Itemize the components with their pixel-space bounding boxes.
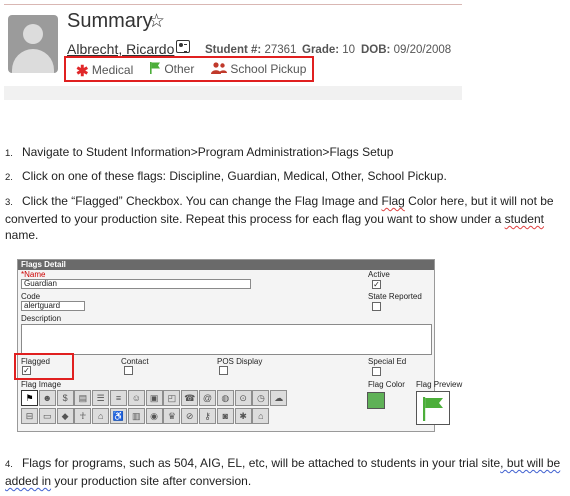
wheelchair-icon[interactable]: ♿	[110, 408, 127, 424]
unlock-icon[interactable]: ◰	[163, 390, 181, 406]
eye-icon[interactable]: ◉	[145, 408, 163, 424]
asterisk-icon[interactable]: ✱	[234, 408, 252, 424]
car-icon[interactable]: ⊟	[21, 408, 38, 424]
name-input[interactable]: Guardian	[21, 279, 251, 289]
state-reported-checkbox[interactable]	[372, 302, 381, 311]
globe-icon[interactable]: ◍	[216, 390, 234, 406]
run-icon[interactable]: ☥	[74, 408, 92, 424]
trophy-icon[interactable]: ♛	[163, 408, 181, 424]
flag-school-pickup[interactable]: School Pickup	[211, 62, 306, 76]
book-icon[interactable]: ▥	[127, 408, 145, 424]
tag-icon[interactable]: ◆	[56, 408, 74, 424]
clock-icon[interactable]: ◷	[252, 390, 270, 406]
list-icon[interactable]: ☰	[92, 390, 110, 406]
description-label: Description	[21, 314, 62, 323]
building-icon[interactable]: ⌂	[92, 408, 110, 424]
ban-icon[interactable]: ⊘	[181, 408, 199, 424]
flag-color-swatch[interactable]	[367, 392, 385, 409]
star-icon[interactable]: ☆	[148, 10, 165, 33]
step-1: 1. Navigate to Student Information>Progra…	[5, 145, 394, 159]
description-textarea[interactable]	[21, 324, 432, 355]
flag-icon	[150, 62, 160, 74]
at-icon[interactable]: @	[199, 390, 216, 406]
person-card-icon[interactable]: ☻	[38, 390, 56, 406]
flag-medical[interactable]: ✱ Medical	[76, 62, 133, 80]
id-card-icon[interactable]	[176, 40, 190, 53]
house-icon[interactable]: ⌂	[252, 408, 270, 424]
key-icon[interactable]: ⚷	[199, 408, 216, 424]
header-divider	[4, 4, 462, 5]
group-icon[interactable]: ☺	[127, 390, 145, 406]
flag-color-label: Flag Color	[368, 380, 405, 389]
camera-icon[interactable]: ◙	[216, 408, 234, 424]
panel-title: Flags Detail	[18, 260, 434, 270]
active-label: Active	[368, 270, 390, 279]
cloud-icon[interactable]: ☁	[270, 390, 288, 406]
name-label: *Name	[21, 270, 46, 279]
flag-other[interactable]: Other	[150, 62, 194, 76]
asterisk-icon: ✱	[76, 63, 89, 80]
flag-icon	[423, 397, 443, 421]
people-icon	[211, 62, 227, 74]
student-number: Student #: 27361	[205, 44, 297, 56]
code-input[interactable]: alertguard	[21, 301, 85, 311]
student-name-link[interactable]: Albrecht, Ricardo	[67, 41, 174, 57]
pos-display-label: POS Display	[217, 357, 263, 366]
state-reported-label: State Reported	[368, 292, 422, 301]
flag-preview-label: Flag Preview	[416, 380, 463, 389]
page-title: Summary	[67, 10, 153, 32]
grade: Grade: 10	[302, 44, 356, 56]
code-label: Code	[21, 292, 41, 301]
flagged-highlight-box	[14, 353, 74, 380]
bus-icon[interactable]: ▭	[38, 408, 56, 424]
student-header: Summary ☆ Albrecht, Ricardo Student #: 2…	[0, 0, 462, 100]
header-bottom-band	[4, 86, 462, 100]
flag-preview	[416, 391, 450, 425]
step-4: 4. Flags for programs, such as 504, AIG, …	[5, 456, 561, 488]
avatar	[8, 15, 58, 73]
step-2: 2. Click on one of these flags: Disciplin…	[5, 169, 447, 183]
special-ed-checkbox[interactable]	[372, 367, 381, 376]
checklist-icon[interactable]: ≡	[110, 390, 127, 406]
pos-display-checkbox[interactable]	[219, 366, 228, 375]
dollar-icon[interactable]: $	[56, 390, 74, 406]
pin-icon[interactable]: ⊙	[234, 390, 252, 406]
active-checkbox[interactable]: ✓	[372, 280, 381, 289]
special-ed-label: Special Ed	[368, 357, 407, 366]
contact-checkbox[interactable]	[124, 366, 133, 375]
flag-icon[interactable]: ⚑	[21, 390, 38, 406]
phone-icon[interactable]: ☎	[181, 390, 199, 406]
date-of-birth: DOB: 09/20/2008	[361, 44, 452, 56]
lock-icon[interactable]: ▣	[145, 390, 163, 406]
step-3: 3. Click the “Flagged” Checkbox. You can …	[5, 194, 554, 242]
id-card-icon[interactable]: ▤	[74, 390, 92, 406]
contact-label: Contact	[121, 357, 149, 366]
flags-detail-panel: Flags Detail *Name Guardian Active ✓ Cod…	[14, 259, 462, 432]
flag-image-label: Flag Image	[21, 380, 62, 389]
